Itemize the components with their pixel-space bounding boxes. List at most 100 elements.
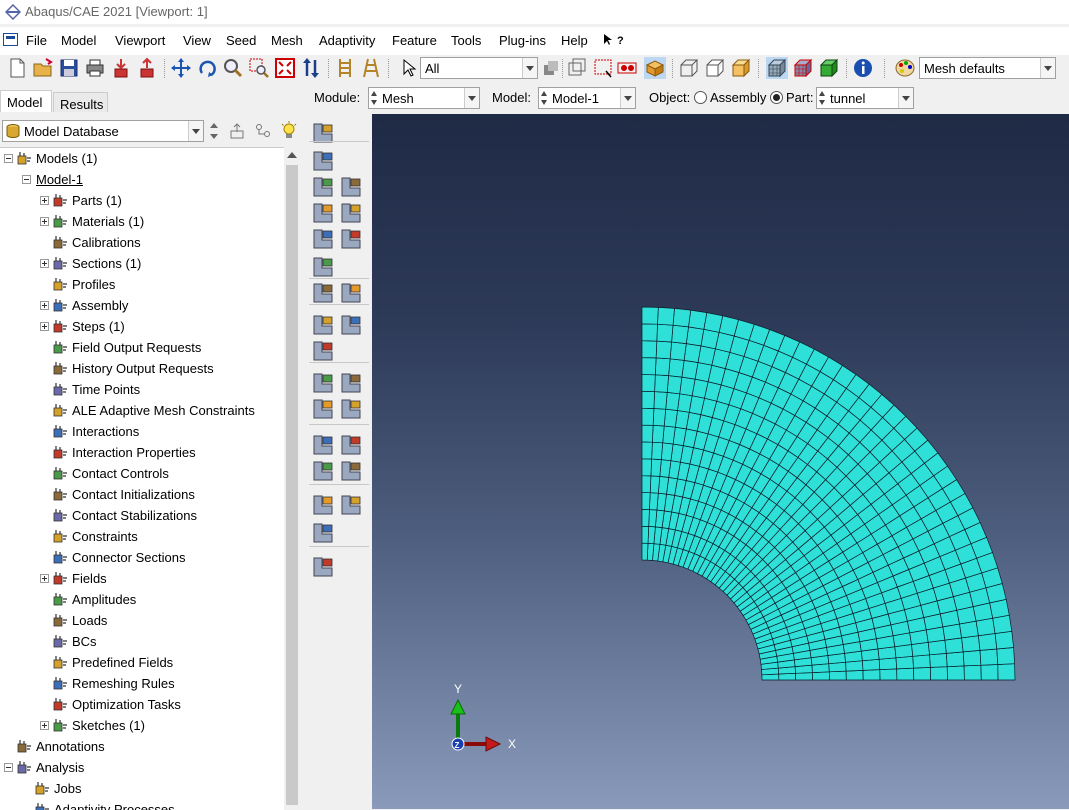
expand-icon[interactable] bbox=[40, 217, 49, 226]
tab-model[interactable]: Model bbox=[0, 90, 52, 112]
tree-item-connector-sections[interactable]: Connector Sections bbox=[0, 548, 284, 569]
model-database-combo[interactable]: Model Database bbox=[2, 120, 204, 142]
auto-fit-icon[interactable] bbox=[274, 57, 296, 79]
mesh-element[interactable] bbox=[930, 666, 948, 681]
expand-icon[interactable] bbox=[40, 322, 49, 331]
mesh-element[interactable] bbox=[641, 357, 657, 376]
mesh-element[interactable] bbox=[650, 458, 662, 477]
mesh-element[interactable] bbox=[657, 307, 675, 326]
menu-viewport[interactable]: Viewport bbox=[115, 33, 165, 48]
tree-item-profiles[interactable]: Profiles bbox=[0, 275, 284, 296]
mesh-element[interactable] bbox=[641, 458, 652, 477]
mesh-element[interactable] bbox=[641, 306, 659, 325]
module-combo[interactable]: Mesh bbox=[368, 87, 480, 109]
part-combo[interactable]: tunnel bbox=[816, 87, 914, 109]
wireframe-cube-icon[interactable] bbox=[678, 57, 700, 79]
mesh-cube-icon[interactable] bbox=[766, 57, 788, 79]
menu-adaptivity[interactable]: Adaptivity bbox=[319, 33, 375, 48]
mesh-element[interactable] bbox=[946, 665, 965, 681]
mesh-element[interactable] bbox=[654, 357, 671, 376]
mesh-element[interactable] bbox=[681, 360, 699, 380]
mesh-element[interactable] bbox=[679, 376, 696, 397]
mesh-element[interactable] bbox=[963, 664, 982, 681]
mesh-element[interactable] bbox=[641, 340, 658, 359]
virtual-topology-icon[interactable] bbox=[310, 338, 336, 364]
mesh-element[interactable] bbox=[927, 639, 947, 656]
mesh-element[interactable] bbox=[649, 475, 661, 494]
tree-filter-icon[interactable] bbox=[254, 122, 272, 140]
magnify-icon[interactable] bbox=[222, 57, 244, 79]
tree-item-loads[interactable]: Loads bbox=[0, 611, 284, 632]
mesh-element[interactable] bbox=[641, 441, 653, 460]
mesh-red-cube-icon[interactable] bbox=[792, 57, 814, 79]
menu-mesh[interactable]: Mesh bbox=[271, 33, 303, 48]
tree-item-predefined-fields[interactable]: Predefined Fields bbox=[0, 653, 284, 674]
assign-mesh-controls-icon[interactable] bbox=[338, 200, 364, 226]
datum-csys-icon[interactable] bbox=[310, 458, 336, 484]
viewport[interactable]: Y X Z bbox=[372, 114, 1069, 809]
menu-context-help[interactable]: ? bbox=[603, 33, 624, 50]
mesh-element[interactable] bbox=[962, 650, 982, 667]
menu-file[interactable]: File bbox=[26, 33, 47, 48]
edit-mesh-icon[interactable] bbox=[310, 280, 336, 306]
tree-item-contact-initializations[interactable]: Contact Initializations bbox=[0, 485, 284, 506]
open-folder-icon[interactable] bbox=[32, 57, 54, 79]
tree-item-analysis[interactable]: Analysis bbox=[0, 758, 284, 779]
mesh-element[interactable] bbox=[666, 375, 683, 395]
collapse-icon[interactable] bbox=[4, 154, 13, 163]
mesh-element[interactable] bbox=[996, 647, 1015, 665]
assign-element-type-icon[interactable] bbox=[310, 200, 336, 226]
mesh-element[interactable] bbox=[668, 358, 685, 378]
mesh-element[interactable] bbox=[669, 341, 687, 361]
verify-mesh-icon[interactable] bbox=[310, 226, 336, 252]
select-arrow-icon[interactable] bbox=[398, 57, 420, 79]
mesh-element[interactable] bbox=[659, 459, 672, 478]
tree-item-remeshing-rules[interactable]: Remeshing Rules bbox=[0, 674, 284, 695]
box-select-icon[interactable] bbox=[592, 57, 614, 79]
save-icon[interactable] bbox=[58, 57, 80, 79]
tree-item-constraints[interactable]: Constraints bbox=[0, 527, 284, 548]
new-file-icon[interactable] bbox=[6, 57, 28, 79]
mesh-element[interactable] bbox=[862, 669, 881, 681]
mesh-element[interactable] bbox=[651, 441, 664, 460]
node-select-icon[interactable] bbox=[616, 57, 638, 79]
mesh-element[interactable] bbox=[778, 672, 797, 681]
datum-plane-icon[interactable] bbox=[338, 458, 364, 484]
tree-item-jobs[interactable]: Jobs bbox=[0, 779, 284, 800]
tree-item-assembly[interactable]: Assembly bbox=[0, 296, 284, 317]
mesh-element[interactable] bbox=[896, 667, 915, 681]
mesh-element[interactable] bbox=[662, 425, 676, 445]
tree-item-field-output-requests[interactable]: Field Output Requests bbox=[0, 338, 284, 359]
mesh-element[interactable] bbox=[795, 672, 813, 681]
menu-plugins[interactable]: Plug-ins bbox=[499, 33, 546, 48]
tree-item-model-1[interactable]: Model-1 bbox=[0, 170, 284, 191]
mesh-element[interactable] bbox=[641, 509, 650, 527]
query-icon[interactable] bbox=[310, 370, 336, 396]
menu-feature[interactable]: Feature bbox=[392, 33, 437, 48]
mesh-element[interactable] bbox=[980, 664, 999, 681]
collapse-tree-icon[interactable] bbox=[228, 122, 246, 140]
datum-axis-icon[interactable] bbox=[338, 432, 364, 458]
tree-item-annotations[interactable]: Annotations bbox=[0, 737, 284, 758]
expand-icon[interactable] bbox=[40, 196, 49, 205]
selection-filter-combo[interactable]: All bbox=[420, 57, 538, 79]
tree-item-models-1[interactable]: Models (1) bbox=[0, 149, 284, 170]
mesh-element[interactable] bbox=[913, 667, 932, 681]
mesh-element[interactable] bbox=[879, 668, 898, 681]
mesh-element[interactable] bbox=[979, 648, 999, 666]
tree-item-interaction-properties[interactable]: Interaction Properties bbox=[0, 443, 284, 464]
mesh-element[interactable] bbox=[683, 343, 702, 363]
mesh-element[interactable] bbox=[688, 309, 708, 330]
mesh-element[interactable] bbox=[641, 475, 652, 494]
mesh-element[interactable] bbox=[677, 393, 693, 413]
tree-item-parts-1[interactable]: Parts (1) bbox=[0, 191, 284, 212]
mesh-element[interactable] bbox=[641, 542, 649, 561]
color-palette-icon[interactable] bbox=[894, 57, 916, 79]
mesh-part-tunnel[interactable] bbox=[641, 306, 1016, 681]
ladder-alt-icon[interactable] bbox=[360, 57, 382, 79]
mesh-element[interactable] bbox=[654, 374, 669, 393]
mesh-element[interactable] bbox=[665, 392, 681, 411]
mesh-element[interactable] bbox=[978, 633, 998, 651]
mesh-element[interactable] bbox=[671, 324, 689, 344]
expand-icon[interactable] bbox=[40, 301, 49, 310]
